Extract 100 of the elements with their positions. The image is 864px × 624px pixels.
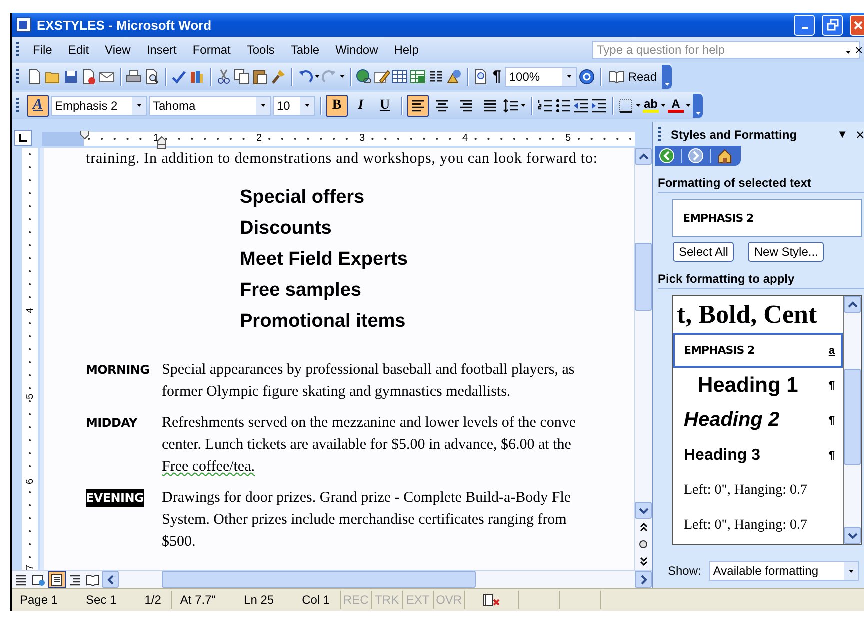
caret-icon[interactable] — [304, 104, 310, 107]
hanging-indent-icon[interactable] — [157, 136, 167, 150]
columns-icon[interactable] — [428, 68, 444, 84]
read-button[interactable]: Read — [606, 68, 660, 84]
show-dropdown[interactable]: Available formatting — [709, 561, 860, 581]
table-icon[interactable] — [392, 68, 408, 84]
numbered-list-icon[interactable] — [537, 98, 553, 114]
close-button[interactable] — [850, 14, 864, 36]
increase-indent-icon[interactable] — [591, 98, 607, 114]
style-list-item[interactable]: Heading 1 ¶ — [673, 368, 843, 403]
minimize-button[interactable] — [794, 14, 815, 36]
underline-button[interactable]: U — [374, 94, 396, 116]
vertical-scrollbar[interactable] — [634, 148, 652, 570]
style-list-item[interactable]: t, Bold, Cent — [673, 296, 843, 333]
scroll-thumb[interactable] — [162, 571, 476, 588]
show-formatting-marks-button[interactable]: ¶ — [491, 68, 504, 85]
menu-item[interactable]: Table — [282, 42, 328, 56]
book-with-cross-icon[interactable] — [483, 592, 500, 608]
spreadsheet-icon[interactable] — [410, 68, 426, 84]
menu-item[interactable]: Edit — [60, 42, 98, 56]
print-preview-icon[interactable] — [144, 68, 160, 84]
caret-icon[interactable] — [136, 104, 142, 107]
help-icon[interactable] — [579, 68, 596, 84]
pane-button[interactable]: New Style... — [748, 242, 824, 262]
browse-object-icon[interactable] — [639, 540, 648, 549]
pane-menu-button[interactable]: ▼ — [835, 129, 850, 141]
open-book-icon[interactable] — [609, 68, 626, 84]
decrease-indent-icon[interactable] — [573, 98, 589, 114]
scroll-left-button[interactable] — [102, 571, 119, 588]
scroll-up-button[interactable] — [635, 148, 652, 165]
font-dropdown[interactable]: Tahoma — [149, 96, 271, 116]
menu-item[interactable]: Insert — [138, 42, 185, 56]
scroll-thumb[interactable] — [844, 369, 861, 465]
next-page-icon[interactable] — [640, 557, 648, 566]
bold-button[interactable]: B — [326, 94, 348, 116]
scroll-down-button[interactable] — [635, 502, 652, 519]
caret-icon[interactable] — [340, 75, 345, 78]
shapes-icon[interactable] — [446, 68, 462, 84]
caret-icon[interactable] — [315, 75, 320, 78]
pencil-grid-icon[interactable] — [374, 68, 390, 84]
caret-icon[interactable] — [636, 104, 641, 107]
previous-page-icon[interactable] — [640, 523, 648, 532]
style-list-item[interactable]: Left: 0", Hanging: 0.7 — [673, 508, 843, 543]
page-icon[interactable] — [27, 68, 43, 84]
menu-item[interactable]: Tools — [238, 42, 283, 56]
style-list-item[interactable]: Heading 2 ¶ — [673, 403, 843, 438]
menu-item[interactable]: Window — [328, 42, 386, 56]
caret-icon[interactable] — [661, 104, 666, 107]
status-field: Sec 1 — [86, 593, 117, 607]
menu-item[interactable]: Format — [184, 42, 239, 56]
font-color-button[interactable]: A — [668, 98, 684, 113]
italic-button[interactable]: I — [350, 94, 372, 116]
bulleted-list-icon[interactable] — [555, 98, 571, 114]
pane-close-button[interactable]: × — [854, 126, 864, 144]
text-line: center. Lunch tickets are available for $5.00 in advance, $6.00 at the — [162, 436, 572, 455]
pane-button[interactable]: Select All — [673, 242, 734, 262]
line-spacing-icon[interactable] — [503, 98, 519, 114]
tab-selector-button[interactable] — [14, 130, 32, 146]
page-magnifier-icon[interactable] — [473, 68, 489, 84]
first-line-indent-icon[interactable] — [80, 131, 90, 140]
highlight-button[interactable]: ab — [643, 98, 659, 113]
printer-icon[interactable] — [126, 68, 142, 84]
caret-icon[interactable] — [566, 75, 572, 78]
paintbrush-icon[interactable] — [270, 68, 286, 84]
check-icon[interactable] — [171, 68, 187, 84]
books-icon[interactable] — [189, 68, 205, 84]
scroll-thumb[interactable] — [635, 243, 652, 311]
status-field: Page 1 — [20, 593, 58, 607]
menu-item[interactable]: Help — [386, 42, 427, 56]
menu-item[interactable]: File — [25, 42, 60, 56]
toolbar-options-button[interactable] — [662, 64, 672, 88]
globe-link-icon[interactable] — [356, 68, 372, 84]
style-list-item[interactable]: EMPHASIS 2 a — [673, 333, 843, 368]
font-size-dropdown[interactable]: 10 — [273, 96, 315, 116]
page-with-badge-icon[interactable] — [81, 68, 97, 84]
scroll-right-button[interactable] — [635, 571, 652, 588]
style-list-item[interactable]: Heading 3 ¶ — [673, 438, 843, 473]
restore-icon[interactable] — [826, 19, 838, 31]
undo-arrow-icon[interactable] — [297, 68, 313, 84]
scissors-icon[interactable] — [216, 68, 232, 84]
left-tab-icon[interactable] — [18, 133, 28, 143]
style-list-item[interactable]: Left: 0", Hanging: 0.7 — [673, 473, 843, 508]
menu-item[interactable]: View — [97, 42, 139, 56]
border-icon[interactable] — [618, 98, 634, 114]
styles-and-formatting-button[interactable]: A — [27, 94, 49, 116]
clipboard-icon[interactable] — [252, 68, 268, 84]
caret-icon[interactable] — [521, 104, 526, 107]
style-dropdown[interactable]: Emphasis 2 — [51, 96, 147, 116]
status-field: At 7.7" — [180, 593, 216, 607]
restore-button[interactable] — [822, 14, 843, 36]
home-icon[interactable] — [717, 148, 733, 164]
caret-icon[interactable] — [260, 104, 266, 107]
close-icon[interactable] — [852, 19, 864, 31]
scroll-down-button[interactable] — [844, 527, 861, 544]
scroll-up-button[interactable] — [844, 296, 861, 313]
toolbar-options-button[interactable] — [693, 94, 703, 118]
copy-icon[interactable] — [234, 68, 250, 84]
zoom-dropdown[interactable]: 100% — [505, 66, 578, 86]
caret-icon[interactable] — [848, 570, 854, 572]
status-field: Ln 25 — [244, 593, 274, 607]
